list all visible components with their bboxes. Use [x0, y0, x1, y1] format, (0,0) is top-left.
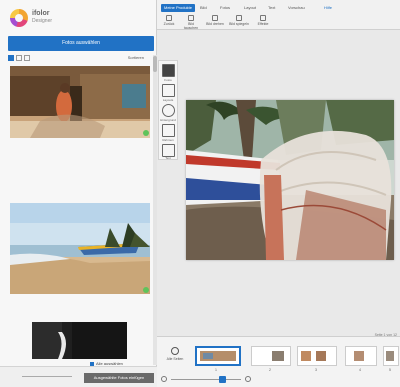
replace-label: Bild tauschen: [183, 22, 199, 30]
text-tool-label: Text: [165, 156, 171, 160]
fisherman-photo-image: [10, 66, 150, 138]
side-tool-strip: Fotos Layouts Hintergrund Rahmen Text: [158, 60, 178, 160]
library-toolbar: Sortieren: [8, 55, 154, 63]
canvas-photo-boat-net: [186, 100, 394, 260]
page-thumbnail-4[interactable]: [345, 346, 377, 366]
select-all-checkbox[interactable]: Alle auswählen: [90, 361, 123, 366]
photos-tool-icon[interactable]: [162, 64, 175, 77]
library-photo-dark[interactable]: [32, 322, 127, 359]
frame-tool-label: Rahmen: [162, 138, 174, 142]
library-scroll-thumb[interactable]: [153, 56, 157, 72]
page-thumbnail-1[interactable]: [195, 346, 241, 366]
page-filmstrip: Seite 1 von 12 Alle Seiten 1 2 3 4 5: [157, 333, 400, 387]
undo-label: Zurück: [163, 22, 175, 26]
tab-layout[interactable]: Layout: [241, 4, 259, 12]
mirror-label: Bild spiegeln: [229, 22, 249, 26]
mirror-image-button[interactable]: Bild spiegeln: [229, 15, 249, 28]
logo-mark: [10, 9, 28, 27]
page-thumbnail-3[interactable]: [297, 346, 337, 366]
pages-icon: [171, 347, 179, 355]
tab-photos[interactable]: Fotos: [217, 4, 233, 12]
list-view-icon[interactable]: [16, 55, 22, 61]
page-thumbnail-2[interactable]: [251, 346, 291, 366]
library-footer: Alle auswählen Ausgewählte Fotos einfüge…: [0, 361, 157, 387]
thumbnail-size-slider[interactable]: [22, 376, 72, 377]
tab-my-products[interactable]: Meine Produkte: [161, 4, 196, 12]
library-photo-beach-boat[interactable]: [10, 203, 150, 294]
layouts-tool-icon[interactable]: [162, 84, 175, 97]
all-pages-label: Alle Seiten: [166, 357, 184, 361]
rotate-icon: [212, 15, 218, 21]
effects-label: Effekte: [257, 22, 269, 26]
page-number: 5: [389, 368, 391, 372]
library-photo-fisherman[interactable]: [10, 66, 150, 138]
help-link[interactable]: Hilfe: [324, 4, 332, 12]
main-toolbar: Meine Produkte Bild Fotos Layout Text Vo…: [157, 0, 400, 30]
beach-photo-image: [10, 203, 150, 294]
replace-icon: [188, 15, 194, 21]
undo-button[interactable]: Zurück: [159, 15, 179, 28]
replace-image-button[interactable]: Bild tauschen: [181, 15, 201, 30]
insert-photos-button[interactable]: Ausgewählte Fotos einfügen: [84, 373, 154, 383]
photos-tool-label: Fotos: [164, 78, 172, 82]
layouts-tool-label: Layouts: [162, 98, 174, 102]
all-pages-button[interactable]: Alle Seiten: [163, 347, 187, 369]
selected-check-icon: [143, 130, 149, 136]
background-tool-icon[interactable]: [162, 104, 175, 117]
editing-canvas[interactable]: [186, 100, 394, 260]
page-number: 4: [359, 368, 361, 372]
page-info-text: Seite 1 von 12: [374, 333, 397, 337]
logo-text: ifolor: [32, 10, 50, 17]
grid-view-icon[interactable]: [8, 55, 14, 61]
add-photos-button[interactable]: Fotos auswählen: [8, 36, 154, 51]
tab-text[interactable]: Text: [265, 4, 278, 12]
page-number: 2: [269, 368, 271, 372]
thumb-image: [197, 348, 239, 364]
dark-photo-image: [32, 322, 127, 359]
app-logo: ifolor Designer: [10, 8, 80, 30]
selected-check-icon: [143, 287, 149, 293]
detail-view-icon[interactable]: [24, 55, 30, 61]
logo-subtext: Designer: [32, 18, 53, 24]
photo-library-panel: ifolor Designer Fotos auswählen Sortiere…: [0, 0, 157, 387]
checkbox-icon[interactable]: [90, 361, 94, 366]
page-number: 3: [315, 368, 317, 372]
zoom-in-icon[interactable]: [245, 376, 251, 382]
thumb-image: [384, 347, 398, 365]
background-tool-label: Hintergrund: [160, 118, 176, 122]
effects-icon: [260, 15, 266, 21]
undo-icon: [166, 15, 172, 21]
effects-button[interactable]: Effekte: [253, 15, 273, 28]
zoom-slider[interactable]: [171, 379, 241, 380]
frame-tool-icon[interactable]: [162, 124, 175, 137]
tab-preview[interactable]: Vorschau: [285, 4, 308, 12]
mirror-icon: [236, 15, 242, 21]
zoom-slider-handle[interactable]: [219, 376, 226, 383]
rotate-image-button[interactable]: Bild drehen: [205, 15, 225, 28]
rotate-label: Bild drehen: [206, 22, 224, 26]
select-all-label: Alle auswählen: [96, 361, 123, 366]
thumb-image: [298, 347, 336, 365]
tab-image[interactable]: Bild: [197, 4, 210, 12]
zoom-out-icon[interactable]: [161, 376, 167, 382]
library-scrollbar[interactable]: [153, 55, 157, 365]
thumb-image: [346, 347, 376, 365]
page-number: 1: [215, 368, 217, 372]
sort-dropdown[interactable]: Sortieren: [128, 55, 144, 60]
page-thumbnail-5[interactable]: [383, 346, 399, 366]
thumb-image: [252, 347, 290, 365]
